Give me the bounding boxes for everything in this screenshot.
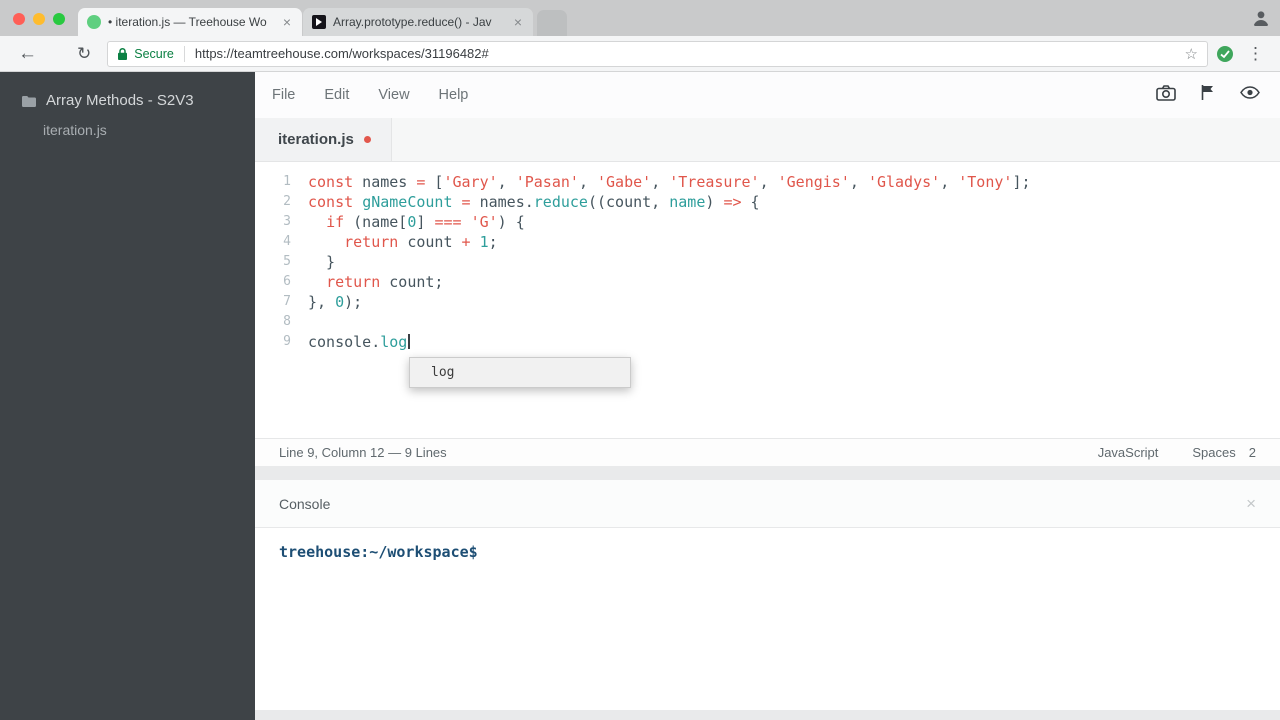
browser-tab-strip: • iteration.js — Treehouse Wo × Array.pr…: [0, 0, 1280, 36]
line-number: 6: [283, 274, 291, 289]
workspace-menubar: File Edit View Help: [255, 72, 1280, 118]
profile-avatar-icon[interactable]: [1251, 8, 1271, 28]
menu-file[interactable]: File: [272, 87, 295, 103]
code-line: 5 }: [255, 252, 1280, 272]
back-button-icon[interactable]: ←: [18, 44, 37, 63]
browser-window: • iteration.js — Treehouse Wo × Array.pr…: [0, 0, 1280, 720]
menu-help[interactable]: Help: [439, 87, 469, 103]
code-line: 8: [255, 312, 1280, 332]
tab-close-icon[interactable]: ×: [512, 14, 524, 30]
language-mode-selector[interactable]: JavaScript: [1098, 445, 1159, 460]
bookmark-star-icon[interactable]: ☆: [1185, 45, 1198, 63]
indent-size-selector[interactable]: 2: [1249, 445, 1256, 460]
code-line: 1 const names = ['Gary', 'Pasan', 'Gabe',…: [255, 172, 1280, 192]
code-line: 4 return count + 1;: [255, 232, 1280, 252]
line-number: 2: [283, 194, 291, 209]
autocomplete-item[interactable]: log: [410, 358, 630, 387]
editor-tab-strip: iteration.js: [255, 118, 1280, 162]
line-number: 8: [283, 314, 291, 329]
indent-mode-selector[interactable]: Spaces: [1192, 445, 1235, 460]
terminal-prompt: treehouse:~/workspace$: [279, 543, 478, 561]
line-number: 1: [283, 174, 291, 189]
panel-gap: [255, 466, 1280, 480]
window-minimize-button[interactable]: [33, 13, 45, 25]
window-zoom-button[interactable]: [53, 13, 65, 25]
file-sidebar: Array Methods - S2V3 iteration.js: [0, 72, 255, 720]
text-cursor: [408, 334, 410, 349]
reload-button-icon[interactable]: ↻: [77, 45, 91, 62]
mdn-favicon-icon: [312, 15, 326, 29]
treehouse-favicon-icon: [87, 15, 101, 29]
tab-title: • iteration.js — Treehouse Wo: [108, 15, 267, 29]
tab-close-icon[interactable]: ×: [281, 14, 293, 30]
browser-toolbar: ← ↻ Secure https://teamtreehouse.com/wor…: [0, 36, 1280, 72]
console-title: Console: [279, 495, 331, 512]
url-text[interactable]: https://teamtreehouse.com/workspaces/311…: [195, 46, 1177, 61]
window-close-button[interactable]: [13, 13, 25, 25]
new-tab-button[interactable]: [537, 10, 567, 36]
snapshot-camera-icon[interactable]: [1156, 84, 1176, 106]
browser-tab-mdn[interactable]: Array.prototype.reduce() - Jav ×: [303, 8, 533, 36]
folder-icon: [22, 95, 36, 107]
editor-tab-label: iteration.js: [278, 131, 354, 148]
main-area: Array Methods - S2V3 iteration.js File E…: [0, 72, 1280, 720]
sidebar-project-folder[interactable]: Array Methods - S2V3: [0, 72, 255, 109]
line-number: 9: [283, 334, 291, 349]
secure-label: Secure: [134, 46, 174, 61]
line-number: 5: [283, 254, 291, 269]
autocomplete-popup: log: [409, 357, 631, 388]
menu-edit[interactable]: Edit: [324, 87, 349, 103]
secure-lock-icon: [118, 47, 128, 60]
code-line: 6 return count;: [255, 272, 1280, 292]
code-line: 2 const gNameCount = names.reduce((count,…: [255, 192, 1280, 212]
console-terminal[interactable]: treehouse:~/workspace$: [255, 528, 1280, 710]
preview-eye-icon[interactable]: [1240, 86, 1260, 104]
code-line: 3 if (name[0] === 'G') {: [255, 212, 1280, 232]
cursor-position-status: Line 9, Column 12 — 9 Lines: [279, 445, 447, 460]
project-name: Array Methods - S2V3: [46, 92, 194, 109]
sidebar-item-iteration-js[interactable]: iteration.js: [0, 109, 255, 138]
code-lines: 1 const names = ['Gary', 'Pasan', 'Gabe',…: [255, 172, 1280, 352]
workspace-toolbar-icons: [1156, 84, 1280, 106]
url-separator: [183, 45, 185, 62]
console-close-icon[interactable]: ×: [1246, 494, 1256, 514]
console-header: Console ×: [255, 480, 1280, 528]
line-number: 3: [283, 214, 291, 229]
line-number: 4: [283, 234, 291, 249]
code-editor[interactable]: 1 const names = ['Gary', 'Pasan', 'Gabe',…: [255, 162, 1280, 438]
editor-tab-iteration-js[interactable]: iteration.js: [255, 118, 392, 161]
flag-icon[interactable]: [1201, 84, 1215, 106]
menu-view[interactable]: View: [378, 87, 409, 103]
line-number: 7: [283, 294, 291, 309]
unsaved-changes-dot: [363, 136, 371, 143]
address-bar[interactable]: Secure https://teamtreehouse.com/workspa…: [107, 40, 1208, 67]
console-panel: Console × treehouse:~/workspace$: [255, 480, 1280, 710]
extension-icon[interactable]: [1216, 45, 1234, 63]
code-line: 9 console.log: [255, 332, 1280, 352]
tab-title: Array.prototype.reduce() - Jav: [333, 15, 492, 29]
workspace-pane: File Edit View Help iteration.js 1 const…: [255, 72, 1280, 720]
code-line: 7}, 0);: [255, 292, 1280, 312]
browser-tab-iteration[interactable]: • iteration.js — Treehouse Wo ×: [78, 8, 302, 36]
window-controls: [13, 13, 65, 25]
browser-menu-icon[interactable]: ⋮: [1247, 44, 1264, 64]
editor-status-bar: Line 9, Column 12 — 9 Lines JavaScript S…: [255, 438, 1280, 466]
